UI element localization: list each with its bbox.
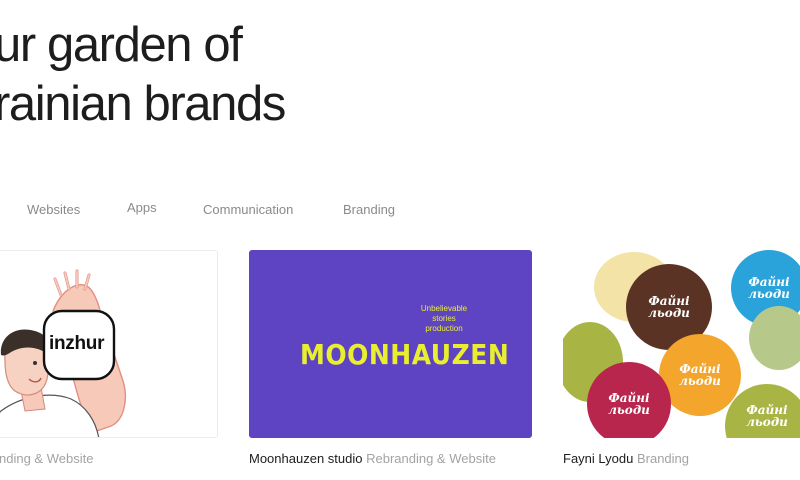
- project-card-inzhur[interactable]: inzhur: [0, 250, 218, 438]
- moonhauzen-logo: MOONHAUZEN: [300, 338, 510, 371]
- hero-line-2: rainian brands: [0, 77, 286, 131]
- project-category: Rebranding & Website: [366, 451, 496, 466]
- caption-fayni-lyodu: Fayni Lyodu Branding: [563, 451, 689, 466]
- project-category: nding & Website: [0, 451, 94, 466]
- moonhauzen-tagline: Unbelievable stories production: [420, 304, 468, 333]
- category-filter-tabs: Websites Apps Communication Branding: [0, 200, 800, 222]
- inzhur-illustration: [0, 269, 127, 437]
- tab-branding[interactable]: Branding: [343, 202, 395, 217]
- project-name[interactable]: Fayni Lyodu: [563, 451, 633, 466]
- caption-inzhur: nding & Website: [0, 451, 93, 466]
- tab-apps[interactable]: Apps: [127, 200, 157, 215]
- project-name[interactable]: Moonhauzen studio: [249, 451, 362, 466]
- inzhur-logo-text: inzhur: [49, 333, 105, 354]
- project-category: Branding: [636, 451, 690, 466]
- tab-websites[interactable]: Websites: [27, 202, 80, 217]
- project-card-fayni-lyodu[interactable]: Файні льоди Файні льоди Файні льоди Файн…: [563, 250, 800, 438]
- ice-cream-scoop-berry: Файні льоди: [587, 362, 671, 438]
- caption-moonhauzen: Moonhauzen studio Rebranding & Website: [249, 451, 496, 466]
- project-card-moonhauzen[interactable]: Unbelievable stories production MOONHAUZ…: [249, 250, 532, 438]
- hero-heading: ur garden of rainian brands: [0, 16, 286, 134]
- tab-communication[interactable]: Communication: [203, 202, 293, 217]
- hero-line-1: ur garden of: [0, 18, 243, 72]
- ice-cream-scoop-pistachio: [749, 306, 800, 370]
